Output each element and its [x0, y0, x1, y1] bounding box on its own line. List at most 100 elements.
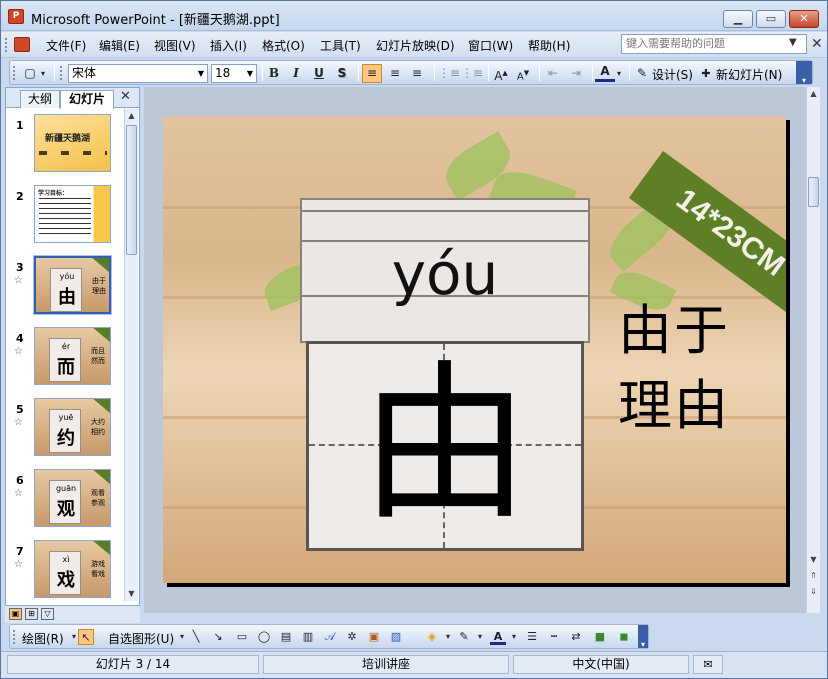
- workarea-scrollbar[interactable]: ▲ ▼ ⇑ ⇓: [806, 87, 820, 613]
- scroll-up-icon[interactable]: ▲: [807, 87, 820, 100]
- scroll-thumb[interactable]: [808, 177, 819, 207]
- maximize-button[interactable]: ▭: [756, 10, 786, 28]
- font-color-icon[interactable]: A: [595, 64, 615, 82]
- slide-thumbnail[interactable]: xì 戏 游戏 看戏: [34, 540, 111, 598]
- new-slide-button[interactable]: 新幻灯片(N): [716, 66, 782, 83]
- menu-insert[interactable]: 插入(I): [210, 37, 247, 54]
- slide-canvas[interactable]: 14*23CM yóu 由 由于 理由: [163, 116, 786, 583]
- increase-font-icon[interactable]: A▲: [491, 64, 511, 83]
- menu-edit[interactable]: 编辑(E): [99, 37, 140, 54]
- slide-thumbnail[interactable]: 新疆天鹅湖: [34, 114, 111, 172]
- font-name-select[interactable]: 宋体 ▼: [68, 64, 208, 83]
- increase-indent-icon[interactable]: ⇥: [566, 64, 586, 83]
- slide-thumbnail[interactable]: yuē 约 大约 相约: [34, 398, 111, 456]
- bold-button[interactable]: B: [264, 64, 284, 83]
- new-slide-icon[interactable]: ✚: [698, 64, 714, 83]
- vertical-textbox-icon[interactable]: ▥: [300, 629, 316, 645]
- list-item[interactable]: 1 新疆天鹅湖: [6, 111, 124, 181]
- arrow-icon[interactable]: ↘: [210, 629, 226, 645]
- menu-format[interactable]: 格式(O): [262, 37, 305, 54]
- line-color-icon[interactable]: ✎: [456, 629, 472, 645]
- align-center-icon[interactable]: ≡: [385, 64, 405, 83]
- menu-view[interactable]: 视图(V): [154, 37, 196, 54]
- document-icon[interactable]: [14, 37, 30, 52]
- align-right-icon[interactable]: ≡: [407, 64, 427, 83]
- slide-sorter-icon[interactable]: ⊞: [25, 608, 38, 620]
- font-color-dropdown-icon[interactable]: ▾: [614, 64, 624, 83]
- decrease-font-icon[interactable]: A▼: [513, 64, 533, 83]
- font-size-select[interactable]: 18 ▼: [211, 64, 257, 83]
- numbering-icon[interactable]: ⋮≡: [438, 64, 460, 83]
- toolbar-grip-2[interactable]: [60, 66, 64, 80]
- scroll-up-icon[interactable]: ▲: [125, 109, 138, 122]
- rectangle-icon[interactable]: ▭: [234, 629, 250, 645]
- menu-help[interactable]: 帮助(H): [528, 37, 570, 54]
- shadow-button[interactable]: S: [332, 64, 352, 83]
- menu-file[interactable]: 文件(F): [46, 37, 86, 54]
- menu-window[interactable]: 窗口(W): [468, 37, 513, 54]
- spelling-check-icon[interactable]: ✉: [693, 655, 723, 674]
- thumbnail-scrollbar[interactable]: ▲ ▼: [124, 109, 138, 601]
- list-item[interactable]: 3 ☆ yóu 由 由于 理由: [6, 253, 124, 323]
- list-item[interactable]: 7 ☆ xì 戏 游戏 看戏: [6, 537, 124, 601]
- slide-thumbnail[interactable]: yóu 由 由于 理由: [33, 255, 112, 315]
- line-icon[interactable]: ╲: [188, 629, 204, 645]
- scroll-down-icon[interactable]: ▼: [807, 553, 820, 566]
- previous-slide-icon[interactable]: ⇑: [807, 569, 820, 582]
- chevron-down-icon[interactable]: ▾: [506, 629, 522, 645]
- decrease-indent-icon[interactable]: ⇤: [543, 64, 563, 83]
- fill-color-icon[interactable]: ◈: [424, 629, 440, 645]
- help-search-input[interactable]: 键入需要帮助的问题: [621, 34, 807, 54]
- italic-button[interactable]: I: [286, 64, 306, 83]
- scroll-thumb[interactable]: [126, 125, 137, 255]
- menubar-grip[interactable]: [5, 38, 9, 52]
- wordart-icon[interactable]: 𝒜: [322, 629, 338, 645]
- chevron-down-icon[interactable]: ▾: [472, 629, 488, 645]
- word-1[interactable]: 由于: [618, 286, 730, 365]
- arrow-style-icon[interactable]: ⇄: [568, 629, 584, 645]
- oval-icon[interactable]: ◯: [256, 629, 272, 645]
- toolbar-grip[interactable]: [13, 630, 17, 644]
- draw-menu-button[interactable]: 绘图(R): [22, 630, 64, 647]
- powerpoint-app-icon[interactable]: P: [8, 9, 24, 24]
- minimize-button[interactable]: ▁: [723, 10, 753, 28]
- toolbar-overflow-icon[interactable]: ▾: [638, 625, 648, 649]
- toolbar-options-icon[interactable]: ▾: [38, 64, 48, 83]
- toolbar-overflow-icon[interactable]: ▾: [796, 61, 812, 85]
- select-pointer-icon[interactable]: ↖: [78, 629, 94, 645]
- slide-thumbnail[interactable]: 学习目标：: [34, 185, 111, 243]
- chevron-down-icon[interactable]: ▼: [244, 65, 256, 82]
- line-style-icon[interactable]: ☰: [524, 629, 540, 645]
- list-item[interactable]: 5 ☆ yuē 约 大约 相约: [6, 395, 124, 465]
- list-item[interactable]: 2 学习目标：: [6, 182, 124, 252]
- bullets-icon[interactable]: ⋮≡: [461, 64, 483, 83]
- normal-view-icon[interactable]: ▣: [9, 608, 22, 620]
- underline-button[interactable]: U: [309, 64, 329, 83]
- close-document-icon[interactable]: ✕: [811, 36, 823, 52]
- new-file-icon[interactable]: ▢: [20, 64, 40, 83]
- character-text[interactable]: 由: [309, 340, 581, 550]
- pinyin-text[interactable]: yóu: [302, 240, 588, 308]
- toolbar-grip[interactable]: [13, 66, 17, 80]
- shadow-style-icon[interactable]: ■: [592, 629, 608, 645]
- list-item[interactable]: 4 ☆ ér 而 而且 然而: [6, 324, 124, 394]
- slide-thumbnail[interactable]: guān 观 观看 参观: [34, 469, 111, 527]
- slide-thumbnail[interactable]: ér 而 而且 然而: [34, 327, 111, 385]
- diagram-icon[interactable]: ✲: [344, 629, 360, 645]
- clipart-icon[interactable]: ▣: [366, 629, 382, 645]
- 3d-style-icon[interactable]: ◼: [616, 629, 632, 645]
- list-item[interactable]: 6 ☆ guān 观 观看 参观: [6, 466, 124, 536]
- textbox-icon[interactable]: ▤: [278, 629, 294, 645]
- font-color-icon[interactable]: A: [490, 629, 506, 645]
- next-slide-icon[interactable]: ⇓: [807, 585, 820, 598]
- autoshapes-button[interactable]: 自选图形(U): [108, 630, 174, 647]
- design-button[interactable]: 设计(S): [652, 66, 693, 83]
- design-icon[interactable]: ✎: [634, 64, 650, 83]
- close-button[interactable]: ✕: [789, 10, 819, 28]
- menu-tools[interactable]: 工具(T): [320, 37, 361, 54]
- align-left-icon[interactable]: ≡: [362, 64, 382, 83]
- tab-outline[interactable]: 大纲: [20, 90, 60, 108]
- chevron-down-icon[interactable]: ▼: [195, 65, 207, 82]
- scroll-down-icon[interactable]: ▼: [125, 587, 138, 600]
- slideshow-view-icon[interactable]: ▽: [41, 608, 54, 620]
